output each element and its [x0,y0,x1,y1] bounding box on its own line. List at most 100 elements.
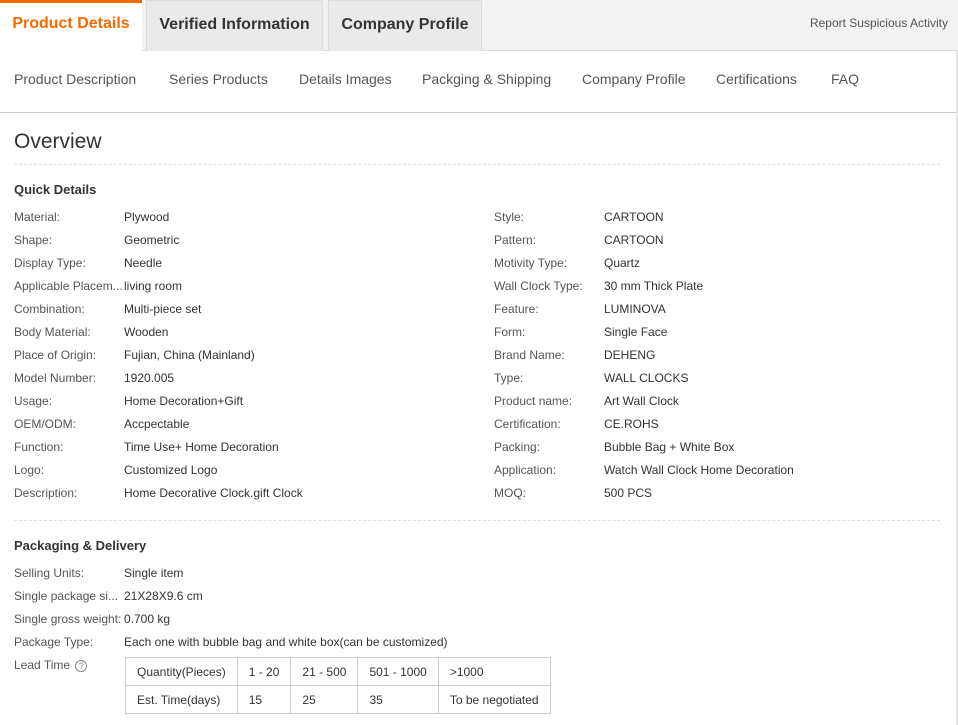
tab-product-details[interactable]: Product Details [0,0,142,52]
detail-label: Display Type: [14,256,86,270]
detail-label: Form: [494,325,526,339]
detail-value: 1920.005 [124,371,175,385]
detail-row: OEM/ODM: Accpectable [14,416,474,439]
detail-value: Single item [124,566,184,580]
subnav-product-description[interactable]: Product Description [14,71,136,87]
lead-time-cell: Est. Time(days) [125,685,238,714]
detail-label: Place of Origin: [14,348,97,362]
detail-value: CARTOON [604,233,664,247]
subnav-company-profile[interactable]: Company Profile [582,71,686,87]
detail-row: Combination: Multi-piece set [14,301,474,324]
detail-label: OEM/ODM: [14,417,76,431]
detail-value: LUMINOVA [604,302,666,316]
detail-label: Model Number: [14,371,97,385]
lead-time-value-row: Est. Time(days) 15 25 35 To be negotiated [125,685,551,714]
detail-label: Packing: [494,440,541,454]
detail-row: Type: WALL CLOCKS [494,370,934,393]
detail-value: Plywood [124,210,170,224]
detail-value: Bubble Bag + White Box [604,440,735,454]
quick-details-heading: Quick Details [14,182,97,197]
detail-label: Product name: [494,394,573,408]
detail-row: Application: Watch Wall Clock Home Decora… [494,462,934,485]
subnav-packaging-shipping[interactable]: Packging & Shipping [422,71,551,87]
detail-label: Combination: [14,302,85,316]
detail-row: Feature: LUMINOVA [494,301,934,324]
detail-value: Fujian, China (Mainland) [124,348,255,362]
lead-time-cell: 1 - 20 [236,657,292,686]
detail-row: Brand Name: DEHENG [494,347,934,370]
detail-row: Package Type: Each one with bubble bag an… [14,634,614,657]
detail-value: Home Decorative Clock.gift Clock [124,486,303,500]
detail-value: Single Face [604,325,668,339]
detail-value: Multi-piece set [124,302,202,316]
detail-row: Model Number: 1920.005 [14,370,474,393]
detail-label: Brand Name: [494,348,565,362]
detail-label: Motivity Type: [494,256,568,270]
detail-label: Style: [494,210,525,224]
detail-value: living room [124,279,183,293]
detail-row: Display Type: Needle [14,255,474,278]
detail-label: Single gross weight: [14,612,122,626]
detail-value: Accpectable [124,417,190,431]
detail-value: CARTOON [604,210,664,224]
lead-time-cell: >1000 [437,657,551,686]
detail-label: Type: [494,371,524,385]
lead-time-label: Lead Time ? [14,658,88,672]
detail-row: Body Material: Wooden [14,324,474,347]
detail-value: Art Wall Clock [604,394,679,408]
detail-row: Applicable Placem... living room [14,278,474,301]
detail-label: Selling Units: [14,566,85,580]
detail-label: Wall Clock Type: [494,279,583,293]
tab-company-profile[interactable]: Company Profile [328,0,482,51]
detail-row: Description: Home Decorative Clock.gift C… [14,485,474,508]
detail-label: Body Material: [14,325,91,339]
packaging-details: Selling Units: Single item Single package … [14,565,614,657]
detail-row: Material: Plywood [14,209,474,232]
detail-row: Wall Clock Type: 30 mm Thick Plate [494,278,934,301]
detail-value: Home Decoration+Gift [124,394,244,408]
divider [14,520,940,521]
detail-row: Place of Origin: Fujian, China (Mainland) [14,347,474,370]
detail-row: Packing: Bubble Bag + White Box [494,439,934,462]
report-suspicious-activity-link[interactable]: Report Suspicious Activity [810,16,948,30]
detail-label: Material: [14,210,61,224]
lead-time-cell: 15 [236,685,292,714]
detail-value: Time Use+ Home Decoration [124,440,279,454]
detail-label: Shape: [14,233,53,247]
detail-label: Description: [14,486,78,500]
detail-label: Applicable Placem... [14,279,123,293]
divider [14,164,940,165]
detail-label: Usage: [14,394,53,408]
detail-row: MOQ: 500 PCS [494,485,934,508]
subnav-certifications[interactable]: Certifications [716,71,797,87]
subnav-series-products[interactable]: Series Products [169,71,268,87]
tab-verified-information[interactable]: Verified Information [146,0,323,51]
detail-value: Each one with bubble bag and white box(c… [124,635,448,649]
detail-value: 500 PCS [604,486,653,500]
detail-value: Geometric [124,233,180,247]
lead-time-cell: 21 - 500 [290,657,359,686]
detail-row: Style: CARTOON [494,209,934,232]
detail-row: Product name: Art Wall Clock [494,393,934,416]
overview-heading: Overview [14,130,102,153]
help-icon[interactable]: ? [75,659,88,672]
lead-time-cell: 25 [290,685,359,714]
detail-value: Watch Wall Clock Home Decoration [604,463,794,477]
subnav-faq[interactable]: FAQ [831,71,859,87]
lead-time-table: Quantity(Pieces) 1 - 20 21 - 500 501 - 1000… [125,657,551,714]
detail-value: 21X28X9.6 cm [124,589,203,603]
detail-value: Needle [124,256,163,270]
detail-row: Usage: Home Decoration+Gift [14,393,474,416]
detail-label: Package Type: [14,635,94,649]
detail-label: MOQ: [494,486,526,500]
subnav-details-images[interactable]: Details Images [299,71,392,87]
detail-label: Feature: [494,302,539,316]
detail-label: Application: [494,463,557,477]
detail-row: Logo: Customized Logo [14,462,474,485]
quick-details-left-column: Material: Plywood Shape: Geometric Display T… [14,209,474,509]
detail-label: Function: [14,440,64,454]
quick-details-right-column: Style: CARTOON Pattern: CARTOON Motivity Typ… [494,209,934,509]
detail-value: Customized Logo [124,463,218,477]
detail-value: CE.ROHS [604,417,659,431]
detail-row: Function: Time Use+ Home Decoration [14,439,474,462]
